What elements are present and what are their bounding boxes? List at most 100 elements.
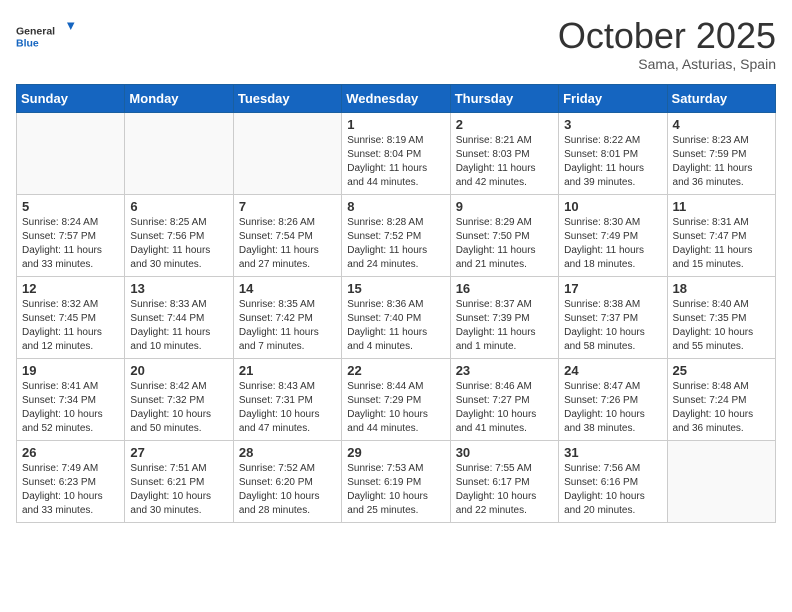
- day-number: 11: [673, 199, 770, 214]
- month-title: October 2025: [558, 16, 776, 56]
- weekday-header-thursday: Thursday: [450, 84, 558, 112]
- calendar-cell: 2 Sunrise: 8:21 AMSunset: 8:03 PMDaylight…: [450, 112, 558, 194]
- day-number: 20: [130, 363, 227, 378]
- weekday-header-wednesday: Wednesday: [342, 84, 450, 112]
- day-number: 23: [456, 363, 553, 378]
- calendar-cell: 23 Sunrise: 8:46 AMSunset: 7:27 PMDayligh…: [450, 358, 558, 440]
- day-number: 21: [239, 363, 336, 378]
- calendar-cell: 9Sunrise: 8:29 AMSunset: 7:50 PMDaylight…: [450, 194, 558, 276]
- day-number: 25: [673, 363, 770, 378]
- day-info: Sunrise: 7:53 AMSunset: 6:19 PMDaylight:…: [347, 462, 444, 518]
- calendar-table: SundayMondayTuesdayWednesdayThursdayFrid…: [16, 84, 776, 523]
- calendar-cell: 13 Sunrise: 8:33 AMSunset: 7:44 PMDayligh…: [125, 276, 233, 358]
- calendar-cell: 17Sunrise: 8:38 AMSunset: 7:37 PMDayligh…: [559, 276, 667, 358]
- calendar-week-5: 26Sunrise: 7:49 AMSunset: 6:23 PMDayligh…: [17, 440, 776, 522]
- calendar-week-3: 12 Sunrise: 8:32 AMSunset: 7:45 PMDayligh…: [17, 276, 776, 358]
- day-number: 1: [347, 117, 444, 132]
- calendar-cell: 27 Sunrise: 7:51 AMSunset: 6:21 PMDayligh…: [125, 440, 233, 522]
- logo-svg: General Blue: [16, 16, 76, 56]
- calendar-cell: 11Sunrise: 8:31 AMSunset: 7:47 PMDayligh…: [667, 194, 775, 276]
- day-info: Sunrise: 7:51 AMSunset: 6:21 PMDaylight:…: [130, 462, 227, 518]
- calendar-cell: 1 Sunrise: 8:19 AMSunset: 8:04 PMDaylight…: [342, 112, 450, 194]
- day-number: 28: [239, 445, 336, 460]
- calendar-cell: 20 Sunrise: 8:42 AMSunset: 7:32 PMDayligh…: [125, 358, 233, 440]
- calendar-cell: [233, 112, 341, 194]
- calendar-cell: 12 Sunrise: 8:32 AMSunset: 7:45 PMDayligh…: [17, 276, 125, 358]
- day-number: 4: [673, 117, 770, 132]
- calendar-cell: 24 Sunrise: 8:47 AMSunset: 7:26 PMDayligh…: [559, 358, 667, 440]
- day-number: 19: [22, 363, 119, 378]
- day-number: 18: [673, 281, 770, 296]
- calendar-cell: 8 Sunrise: 8:28 AMSunset: 7:52 PMDaylight…: [342, 194, 450, 276]
- calendar-cell: 4 Sunrise: 8:23 AMSunset: 7:59 PMDaylight…: [667, 112, 775, 194]
- day-info: Sunrise: 8:46 AMSunset: 7:27 PMDaylight:…: [456, 380, 553, 436]
- day-info: Sunrise: 7:52 AMSunset: 6:20 PMDaylight:…: [239, 462, 336, 518]
- day-info: Sunrise: 8:25 AMSunset: 7:56 PMDaylight:…: [130, 216, 227, 272]
- calendar-cell: 31Sunrise: 7:56 AMSunset: 6:16 PMDayligh…: [559, 440, 667, 522]
- day-number: 30: [456, 445, 553, 460]
- day-info: Sunrise: 7:49 AMSunset: 6:23 PMDaylight:…: [22, 462, 119, 518]
- day-number: 3: [564, 117, 661, 132]
- calendar-cell: 10Sunrise: 8:30 AMSunset: 7:49 PMDayligh…: [559, 194, 667, 276]
- day-number: 8: [347, 199, 444, 214]
- day-number: 9: [456, 199, 553, 214]
- calendar-cell: [125, 112, 233, 194]
- calendar-week-4: 19 Sunrise: 8:41 AMSunset: 7:34 PMDayligh…: [17, 358, 776, 440]
- day-info: Sunrise: 8:22 AMSunset: 8:01 PMDaylight:…: [564, 134, 661, 190]
- calendar-cell: [17, 112, 125, 194]
- day-number: 22: [347, 363, 444, 378]
- location-subtitle: Sama, Asturias, Spain: [558, 56, 776, 72]
- day-number: 27: [130, 445, 227, 460]
- day-info: Sunrise: 8:21 AMSunset: 8:03 PMDaylight:…: [456, 134, 553, 190]
- calendar-cell: 14Sunrise: 8:35 AMSunset: 7:42 PMDayligh…: [233, 276, 341, 358]
- calendar-cell: 6 Sunrise: 8:25 AMSunset: 7:56 PMDaylight…: [125, 194, 233, 276]
- day-info: Sunrise: 8:36 AMSunset: 7:40 PMDaylight:…: [347, 298, 444, 354]
- day-info: Sunrise: 8:37 AMSunset: 7:39 PMDaylight:…: [456, 298, 553, 354]
- day-number: 6: [130, 199, 227, 214]
- calendar-cell: 3 Sunrise: 8:22 AMSunset: 8:01 PMDaylight…: [559, 112, 667, 194]
- day-number: 2: [456, 117, 553, 132]
- calendar-cell: 26Sunrise: 7:49 AMSunset: 6:23 PMDayligh…: [17, 440, 125, 522]
- day-info: Sunrise: 8:42 AMSunset: 7:32 PMDaylight:…: [130, 380, 227, 436]
- day-info: Sunrise: 8:41 AMSunset: 7:34 PMDaylight:…: [22, 380, 119, 436]
- title-block: October 2025 Sama, Asturias, Spain: [558, 16, 776, 72]
- day-number: 5: [22, 199, 119, 214]
- weekday-header-tuesday: Tuesday: [233, 84, 341, 112]
- weekday-header-friday: Friday: [559, 84, 667, 112]
- day-number: 13: [130, 281, 227, 296]
- day-number: 7: [239, 199, 336, 214]
- day-info: Sunrise: 8:35 AMSunset: 7:42 PMDaylight:…: [239, 298, 336, 354]
- calendar-cell: 18Sunrise: 8:40 AMSunset: 7:35 PMDayligh…: [667, 276, 775, 358]
- day-info: Sunrise: 8:47 AMSunset: 7:26 PMDaylight:…: [564, 380, 661, 436]
- day-info: Sunrise: 8:44 AMSunset: 7:29 PMDaylight:…: [347, 380, 444, 436]
- logo: General Blue: [16, 16, 76, 56]
- calendar-cell: 15Sunrise: 8:36 AMSunset: 7:40 PMDayligh…: [342, 276, 450, 358]
- weekday-header-monday: Monday: [125, 84, 233, 112]
- day-number: 24: [564, 363, 661, 378]
- day-info: Sunrise: 8:28 AMSunset: 7:52 PMDaylight:…: [347, 216, 444, 272]
- day-info: Sunrise: 8:33 AMSunset: 7:44 PMDaylight:…: [130, 298, 227, 354]
- day-info: Sunrise: 8:43 AMSunset: 7:31 PMDaylight:…: [239, 380, 336, 436]
- day-info: Sunrise: 8:32 AMSunset: 7:45 PMDaylight:…: [22, 298, 119, 354]
- day-info: Sunrise: 8:26 AMSunset: 7:54 PMDaylight:…: [239, 216, 336, 272]
- svg-text:General: General: [16, 26, 55, 38]
- calendar-week-1: 1 Sunrise: 8:19 AMSunset: 8:04 PMDaylight…: [17, 112, 776, 194]
- calendar-cell: 21 Sunrise: 8:43 AMSunset: 7:31 PMDayligh…: [233, 358, 341, 440]
- day-info: Sunrise: 8:48 AMSunset: 7:24 PMDaylight:…: [673, 380, 770, 436]
- calendar-cell: [667, 440, 775, 522]
- day-info: Sunrise: 8:19 AMSunset: 8:04 PMDaylight:…: [347, 134, 444, 190]
- calendar-cell: 19 Sunrise: 8:41 AMSunset: 7:34 PMDayligh…: [17, 358, 125, 440]
- calendar-cell: 25 Sunrise: 8:48 AMSunset: 7:24 PMDayligh…: [667, 358, 775, 440]
- day-number: 16: [456, 281, 553, 296]
- day-info: Sunrise: 8:23 AMSunset: 7:59 PMDaylight:…: [673, 134, 770, 190]
- weekday-header-sunday: Sunday: [17, 84, 125, 112]
- calendar-cell: 29Sunrise: 7:53 AMSunset: 6:19 PMDayligh…: [342, 440, 450, 522]
- day-number: 12: [22, 281, 119, 296]
- day-info: Sunrise: 8:30 AMSunset: 7:49 PMDaylight:…: [564, 216, 661, 272]
- calendar-cell: 16 Sunrise: 8:37 AMSunset: 7:39 PMDayligh…: [450, 276, 558, 358]
- day-number: 31: [564, 445, 661, 460]
- calendar-week-2: 5Sunrise: 8:24 AMSunset: 7:57 PMDaylight…: [17, 194, 776, 276]
- day-info: Sunrise: 8:38 AMSunset: 7:37 PMDaylight:…: [564, 298, 661, 354]
- calendar-cell: 28 Sunrise: 7:52 AMSunset: 6:20 PMDayligh…: [233, 440, 341, 522]
- calendar-cell: 7 Sunrise: 8:26 AMSunset: 7:54 PMDaylight…: [233, 194, 341, 276]
